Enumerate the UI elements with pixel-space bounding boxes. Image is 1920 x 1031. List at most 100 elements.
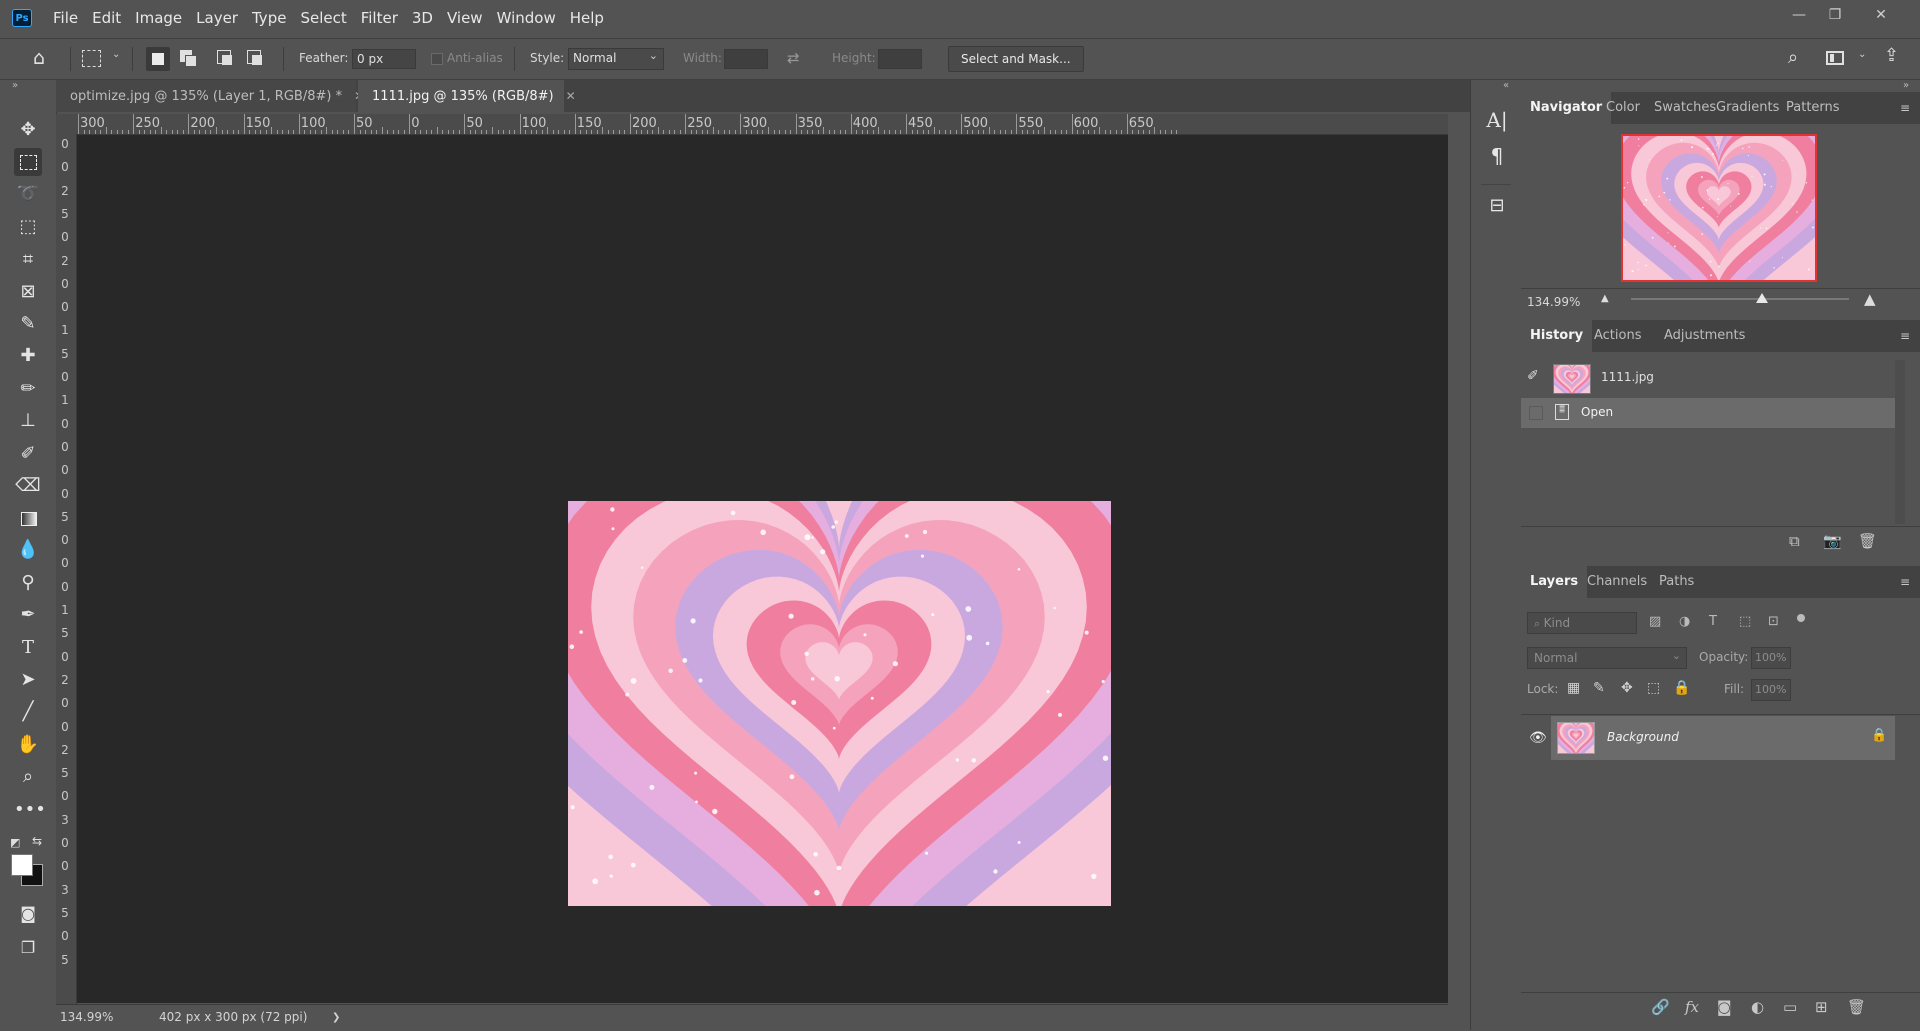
new-selection-button[interactable] [146,47,170,71]
menu-select[interactable]: Select [293,0,353,36]
paragraph-panel-icon[interactable]: ¶ [1485,144,1509,168]
object-selection-tool-icon[interactable]: ⬚ [14,213,42,241]
history-scrollbar[interactable] [1895,360,1905,524]
history-brush-source-icon[interactable]: ✐ [1527,368,1539,384]
menu-edit[interactable]: Edit [85,0,128,36]
layer-filter-select[interactable]: ⌕ Kind [1527,612,1637,634]
pen-tool-icon[interactable]: ✒ [14,601,42,629]
move-tool-icon[interactable]: ✥ [14,116,42,144]
filter-adjustment-layers-icon[interactable]: ◑ [1679,614,1690,629]
canvas-workspace[interactable] [77,135,1448,1003]
panel-menu-icon[interactable]: ≡ [1900,101,1912,115]
status-menu-arrow-icon[interactable]: ❯ [332,1012,340,1023]
search-icon[interactable]: ⌕ [1788,47,1798,68]
menu-3d[interactable]: 3D [405,0,440,36]
close-tab-icon[interactable]: ✕ [566,89,576,103]
path-selection-tool-icon[interactable]: ➤ [14,666,42,694]
panel-menu-icon[interactable]: ≡ [1900,329,1912,343]
dodge-tool-icon[interactable]: ⚲ [14,569,42,597]
lock-artboard-icon[interactable]: ⬚ [1647,680,1660,696]
add-mask-icon[interactable]: ◙ [1717,998,1732,1016]
zoom-in-icon[interactable]: ▲ [1864,290,1876,308]
filter-type-layers-icon[interactable]: T [1709,614,1717,629]
history-snapshot-row[interactable]: ✐ 1111.jpg [1521,360,1895,396]
layer-row-background[interactable]: Background 🔒 [1551,716,1895,760]
tab-channels[interactable]: Channels [1578,566,1656,598]
zoom-tool-icon[interactable]: ⌕ [14,763,42,791]
snapshot-camera-icon[interactable]: 📷 [1823,532,1842,550]
share-icon[interactable]: ⇪ [1884,45,1899,66]
collapse-toolbar-icon[interactable]: » [12,80,18,91]
screen-mode-icon[interactable]: ❐ [14,934,42,962]
healing-brush-tool-icon[interactable]: ✚ [14,342,42,370]
delete-layer-icon[interactable]: 🗑 [1847,998,1866,1016]
menu-window[interactable]: Window [490,0,563,36]
select-and-mask-button[interactable]: Select and Mask... [948,46,1084,72]
navigator-zoom-value[interactable]: 134.99% [1527,295,1580,309]
line-tool-icon[interactable]: ╱ [14,698,42,726]
workspace-icon[interactable] [1826,51,1844,65]
clone-stamp-tool-icon[interactable]: ⊥ [14,407,42,435]
history-step-checkbox[interactable] [1529,406,1543,420]
layer-style-fx-icon[interactable]: fx [1685,998,1699,1016]
fill-input[interactable]: 100% [1751,679,1791,701]
link-layers-icon[interactable]: 🔗 [1651,998,1670,1016]
swap-width-height-icon[interactable]: ⇄ [787,49,800,67]
gradient-tool-icon[interactable] [14,504,42,532]
intersect-selection-icon[interactable] [247,50,262,65]
filter-toggle-icon[interactable] [1797,614,1805,622]
swap-colors-icon[interactable]: ⇆ [32,834,42,848]
restore-button[interactable]: ❐ [1818,4,1852,26]
document-tab-1111[interactable]: 1111.jpg @ 135% (RGB/8#) ✕ [358,80,576,112]
tab-paths[interactable]: Paths [1650,566,1703,598]
filter-smart-objects-icon[interactable]: ⊡ [1768,614,1779,629]
blur-tool-icon[interactable]: 💧 [14,536,42,564]
history-brush-tool-icon[interactable]: ✐ [14,440,42,468]
character-panel-icon[interactable]: A| [1485,108,1509,132]
more-tools-icon[interactable]: ••• [14,796,46,824]
menu-view[interactable]: View [440,0,490,36]
layer-visibility-eye-icon[interactable]: 👁 [1529,730,1547,746]
crop-tool-icon[interactable]: ⌗ [14,246,42,274]
default-colors-icon[interactable]: ◩ [10,836,20,849]
menu-help[interactable]: Help [563,0,611,36]
width-input[interactable] [724,49,768,69]
layer-name[interactable]: Background [1607,730,1679,744]
rectangular-marquee-tool-icon[interactable] [14,148,42,176]
chevron-down-icon[interactable]: ⌄ [1858,49,1866,60]
filter-pixel-layers-icon[interactable]: ▨ [1649,614,1661,629]
new-group-folder-icon[interactable]: ▭ [1783,998,1797,1016]
history-step-open[interactable]: ≡ ≡ Open [1521,398,1895,428]
quick-mask-icon[interactable]: ◙ [14,900,42,928]
home-icon[interactable]: ⌂ [30,49,48,68]
zoom-readout[interactable]: 134.99% [60,1010,113,1024]
navigator-zoom-slider[interactable] [1631,293,1849,303]
anti-alias-checkbox[interactable] [431,53,443,65]
brush-tool-icon[interactable]: ✏ [14,375,42,403]
frame-tool-icon[interactable]: ⊠ [14,278,42,306]
lock-transparent-pixels-icon[interactable]: ▦ [1567,680,1580,696]
chevron-down-icon[interactable]: ⌄ [112,49,120,60]
close-button[interactable]: ✕ [1864,4,1898,26]
delete-state-icon[interactable]: 🗑 [1858,532,1877,550]
style-select[interactable]: Normal ⌄ [568,48,664,70]
zoom-out-icon[interactable]: ▲ [1601,293,1609,304]
panel-menu-icon[interactable]: ≡ [1900,575,1912,589]
tab-color[interactable]: Color [1597,92,1649,124]
navigator-zoom-handle[interactable] [1755,293,1768,303]
tab-actions[interactable]: Actions [1585,320,1651,352]
foreground-color-swatch[interactable] [11,854,33,876]
eraser-tool-icon[interactable]: ⌫ [14,472,42,500]
minimize-button[interactable]: — [1782,4,1816,26]
lasso-tool-icon[interactable]: ➰ [14,180,42,208]
height-input[interactable] [878,49,922,69]
lock-all-icon[interactable]: 🔒 [1673,680,1690,696]
menu-layer[interactable]: Layer [189,0,245,36]
add-to-selection-icon[interactable] [180,50,197,67]
adjustment-layer-icon[interactable]: ◐ [1751,998,1764,1016]
hand-tool-icon[interactable]: ✋ [14,731,42,759]
menu-type[interactable]: Type [245,0,293,36]
glyphs-panel-icon[interactable]: ⊟ [1485,194,1509,218]
tab-adjustments[interactable]: Adjustments [1655,320,1754,352]
feather-input[interactable]: 0 px [352,49,416,69]
